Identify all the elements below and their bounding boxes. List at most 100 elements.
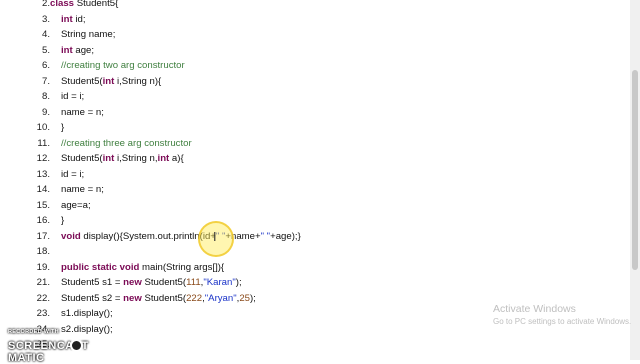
code-text: class Student5{ [50, 0, 118, 12]
code-text: String name; [61, 27, 115, 43]
code-token: } [61, 122, 65, 133]
code-line[interactable]: 11. //creating three arg constructor [0, 136, 620, 152]
line-number: 8. [41, 91, 50, 102]
watermark-caption: RECORDED WITH [8, 329, 59, 335]
code-line[interactable]: 14. name = n; [0, 182, 620, 198]
code-token: s1.display(); [61, 308, 113, 319]
line-number: 17. [36, 230, 50, 242]
code-token: new [123, 277, 145, 288]
code-token: Student5( [61, 75, 103, 87]
code-token: Student5{ [76, 0, 119, 9]
activate-windows-notice: Activate Windows Go to PC settings to ac… [493, 303, 631, 326]
code-text: //creating three arg constructor [61, 136, 192, 152]
code-token: } [61, 215, 65, 226]
code-line[interactable]: 8. id = i; [0, 89, 620, 105]
line-number: 9. [41, 106, 50, 118]
code-line[interactable]: 16.} [0, 213, 620, 229]
code-token: //creating three arg constructor [61, 137, 192, 149]
code-text: Student5 s2 = new Student5(222,"Aryan",2… [61, 291, 256, 307]
line-number: 11. [37, 137, 50, 149]
activate-windows-subtitle: Go to PC settings to activate Windows. [493, 317, 632, 326]
line-number: 22. [36, 292, 50, 304]
code-token: class [50, 0, 77, 9]
line-number: 5. [41, 44, 50, 56]
code-token: id; [75, 13, 86, 25]
code-line[interactable]: 6. //creating two arg constructor [0, 58, 620, 74]
code-text: id = i; [61, 167, 84, 183]
watermark-brand: SCREENCAST MATIC [8, 340, 89, 364]
code-token: 25 [239, 292, 250, 304]
code-token: ); [249, 292, 256, 304]
line-number: 14. [36, 184, 50, 195]
line-number: 4. [41, 29, 50, 40]
code-token: name = n; [61, 184, 104, 195]
line-number: 19. [36, 261, 50, 273]
code-line[interactable]: 17. void display(){System.out.println(id+… [0, 229, 620, 245]
code-token: "Aryan" [204, 292, 237, 304]
code-token: age; [75, 44, 95, 56]
code-line[interactable]: 13. id = i; [0, 167, 620, 183]
activate-windows-title: Activate Windows [493, 303, 576, 315]
code-text: void display(){System.out.println(id+ " "… [61, 229, 301, 245]
line-number: 2. [41, 0, 50, 9]
code-text: int id; [61, 12, 86, 28]
code-text: name = n; [61, 105, 104, 121]
recording-watermark: RECORDED WITH SCREENCAST MATIC [4, 325, 124, 364]
code-token: Student5 s2 = [61, 292, 124, 304]
line-number: 3. [41, 13, 50, 25]
code-text: age=a; [61, 198, 91, 214]
code-line[interactable]: 12. Student5(int i,String n,int a){ [0, 151, 620, 167]
code-line[interactable]: 19. public static void main(String args[]… [0, 260, 620, 276]
code-token: int [157, 153, 172, 164]
scrollbar-thumb[interactable] [632, 70, 638, 270]
code-text: s1.display(); [61, 306, 113, 322]
code-token: main(String args[]){ [142, 261, 225, 273]
code-token: Student5( [144, 292, 187, 304]
code-token: int [61, 13, 76, 25]
code-line[interactable]: 7. Student5(int i,String n){ [0, 74, 620, 90]
code-text: Student5(int i,String n,int a){ [61, 151, 184, 167]
code-token: i,String n){ [117, 75, 162, 87]
code-token: name = n; [61, 106, 104, 118]
line-number: 6. [41, 60, 50, 71]
code-token: int [61, 44, 76, 56]
code-token: ); [235, 277, 242, 288]
code-token: id = i; [61, 168, 85, 180]
code-token: public static void [61, 261, 143, 273]
code-text: } [61, 213, 64, 229]
code-token: 222 [186, 292, 203, 304]
line-number: 15. [36, 199, 50, 211]
code-line[interactable]: 10.} [0, 120, 620, 136]
code-token: 111 [186, 277, 201, 288]
code-line[interactable]: 3. int id; [0, 12, 620, 28]
code-line[interactable]: 9. name = n; [0, 105, 620, 121]
code-token: //creating two arg constructor [61, 60, 185, 71]
line-number: 21. [36, 277, 50, 288]
code-token: a){ [171, 153, 184, 164]
code-line[interactable]: 2. class Student5{ [0, 0, 620, 12]
code-token: void [61, 230, 84, 242]
line-number: 16. [36, 215, 50, 226]
code-text: id = i; [61, 89, 84, 105]
code-token: String name; [61, 29, 116, 40]
line-number: 13. [36, 168, 50, 180]
code-token: Student5 s1 = [61, 277, 124, 288]
code-token: Student5( [61, 153, 103, 164]
code-text: Student5(int i,String n){ [61, 74, 161, 90]
code-line[interactable]: 18. [0, 244, 620, 260]
code-token: display(){System.out.println(id+ [83, 230, 216, 242]
code-line[interactable]: 15. age=a; [0, 198, 620, 214]
code-line[interactable]: 4. String name; [0, 27, 620, 43]
ibeam-cursor-icon: I [213, 230, 217, 244]
code-token: age=a; [61, 199, 91, 211]
code-line[interactable]: 21. Student5 s1 = new Student5(111,"Karan… [0, 275, 620, 291]
code-token: " " [260, 230, 271, 242]
code-token: int [102, 75, 117, 87]
code-token: i,String n, [117, 153, 158, 164]
code-token: "Karan" [203, 277, 236, 288]
code-line[interactable]: 5. int age; [0, 43, 620, 59]
line-number: 7. [41, 75, 50, 87]
vertical-scrollbar[interactable] [630, 0, 640, 360]
line-number: 12. [36, 153, 50, 164]
code-token: new [123, 292, 145, 304]
